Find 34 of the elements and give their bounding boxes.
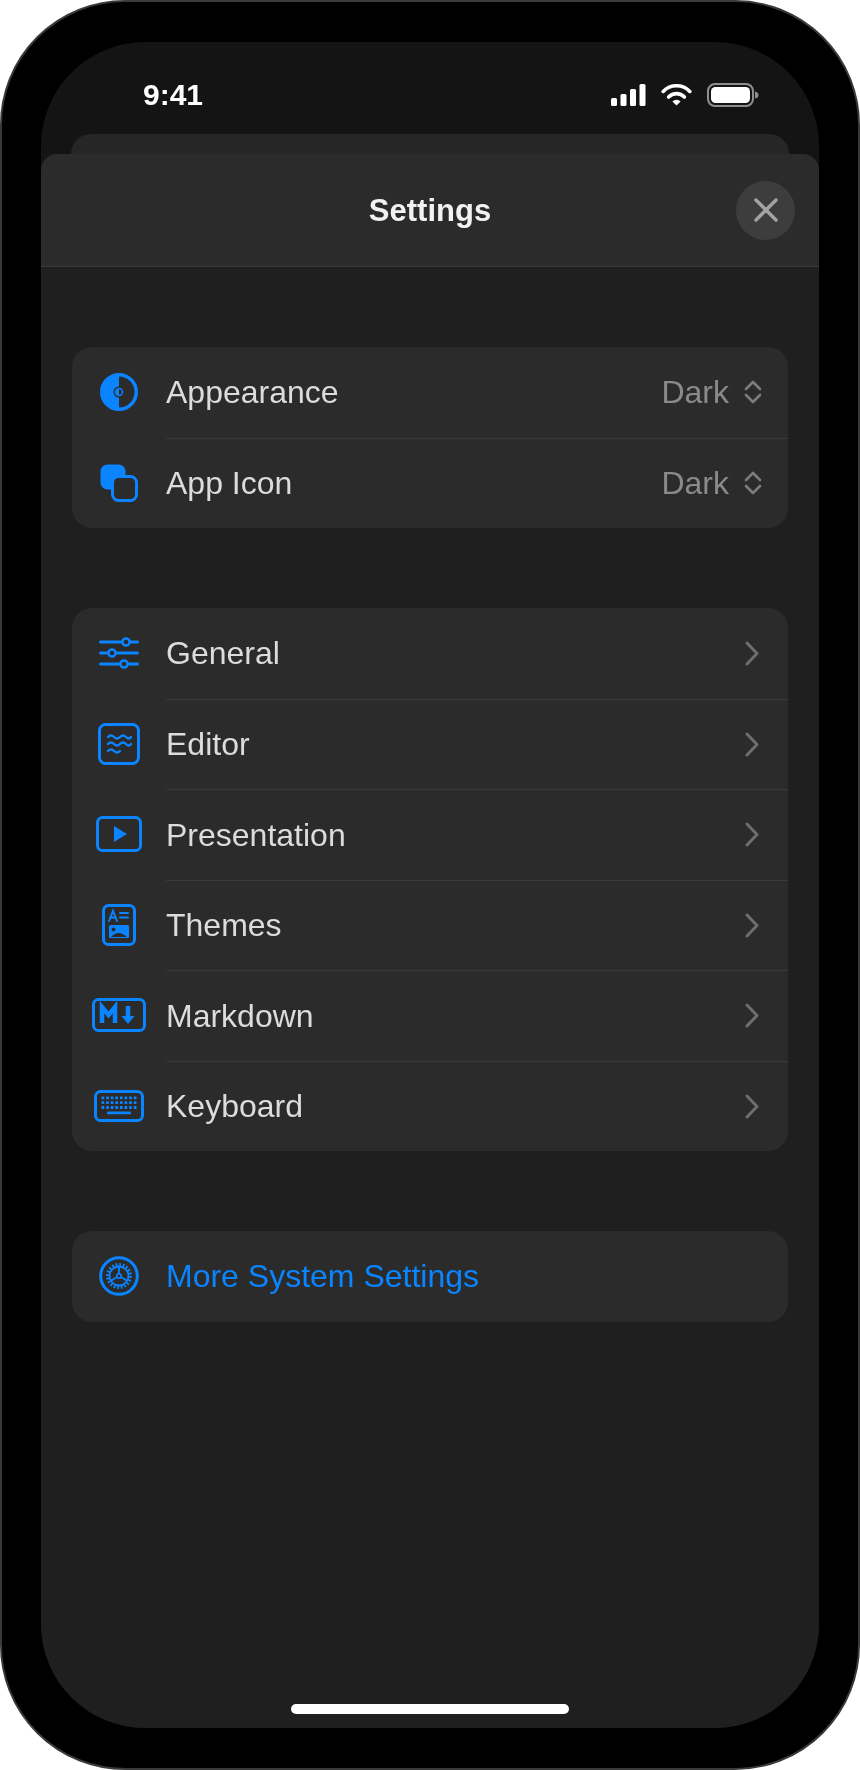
- wavy-lines-icon: [98, 722, 140, 765]
- half-filled-circle-icon: [100, 373, 138, 412]
- setting-label[interactable]: Presentation: [166, 818, 346, 851]
- setting-label[interactable]: Keyboard: [166, 1090, 303, 1123]
- setting-label[interactable]: App Icon: [166, 467, 293, 500]
- overlapping-squares-icon: [100, 463, 138, 502]
- chevron-right-icon: [745, 822, 759, 848]
- battery-icon: [707, 83, 759, 107]
- document-image-icon: [102, 903, 136, 946]
- chevron-right-icon: [745, 640, 759, 666]
- chevron-right-icon: [745, 731, 759, 757]
- setting-label[interactable]: Themes: [166, 909, 282, 942]
- picker-button[interactable]: Dark: [661, 467, 762, 500]
- play-icon: [96, 816, 142, 853]
- chevron-updown-icon: [744, 471, 762, 496]
- signal-icon: [611, 84, 646, 106]
- keyboard-icon: [94, 1089, 144, 1122]
- status-time: 9:41: [143, 80, 204, 110]
- sheet-title: Settings: [368, 194, 492, 226]
- system-settings-link[interactable]: More System Settings: [166, 1260, 479, 1293]
- picker-button[interactable]: Dark: [661, 376, 762, 409]
- setting-label[interactable]: Appearance: [166, 376, 339, 409]
- close-icon: [753, 198, 778, 222]
- sliders-icon: [99, 637, 139, 670]
- chevron-updown-icon: [744, 380, 762, 405]
- wifi-icon: [660, 84, 693, 106]
- markdown-icon: [92, 998, 146, 1033]
- setting-label[interactable]: Editor: [166, 728, 250, 761]
- setting-label[interactable]: General: [166, 637, 280, 670]
- chevron-right-icon: [745, 1093, 759, 1119]
- chevron-right-icon: [745, 912, 759, 938]
- gear-icon: [99, 1256, 139, 1297]
- setting-label[interactable]: Markdown: [166, 999, 314, 1032]
- chevron-right-icon: [745, 1003, 759, 1029]
